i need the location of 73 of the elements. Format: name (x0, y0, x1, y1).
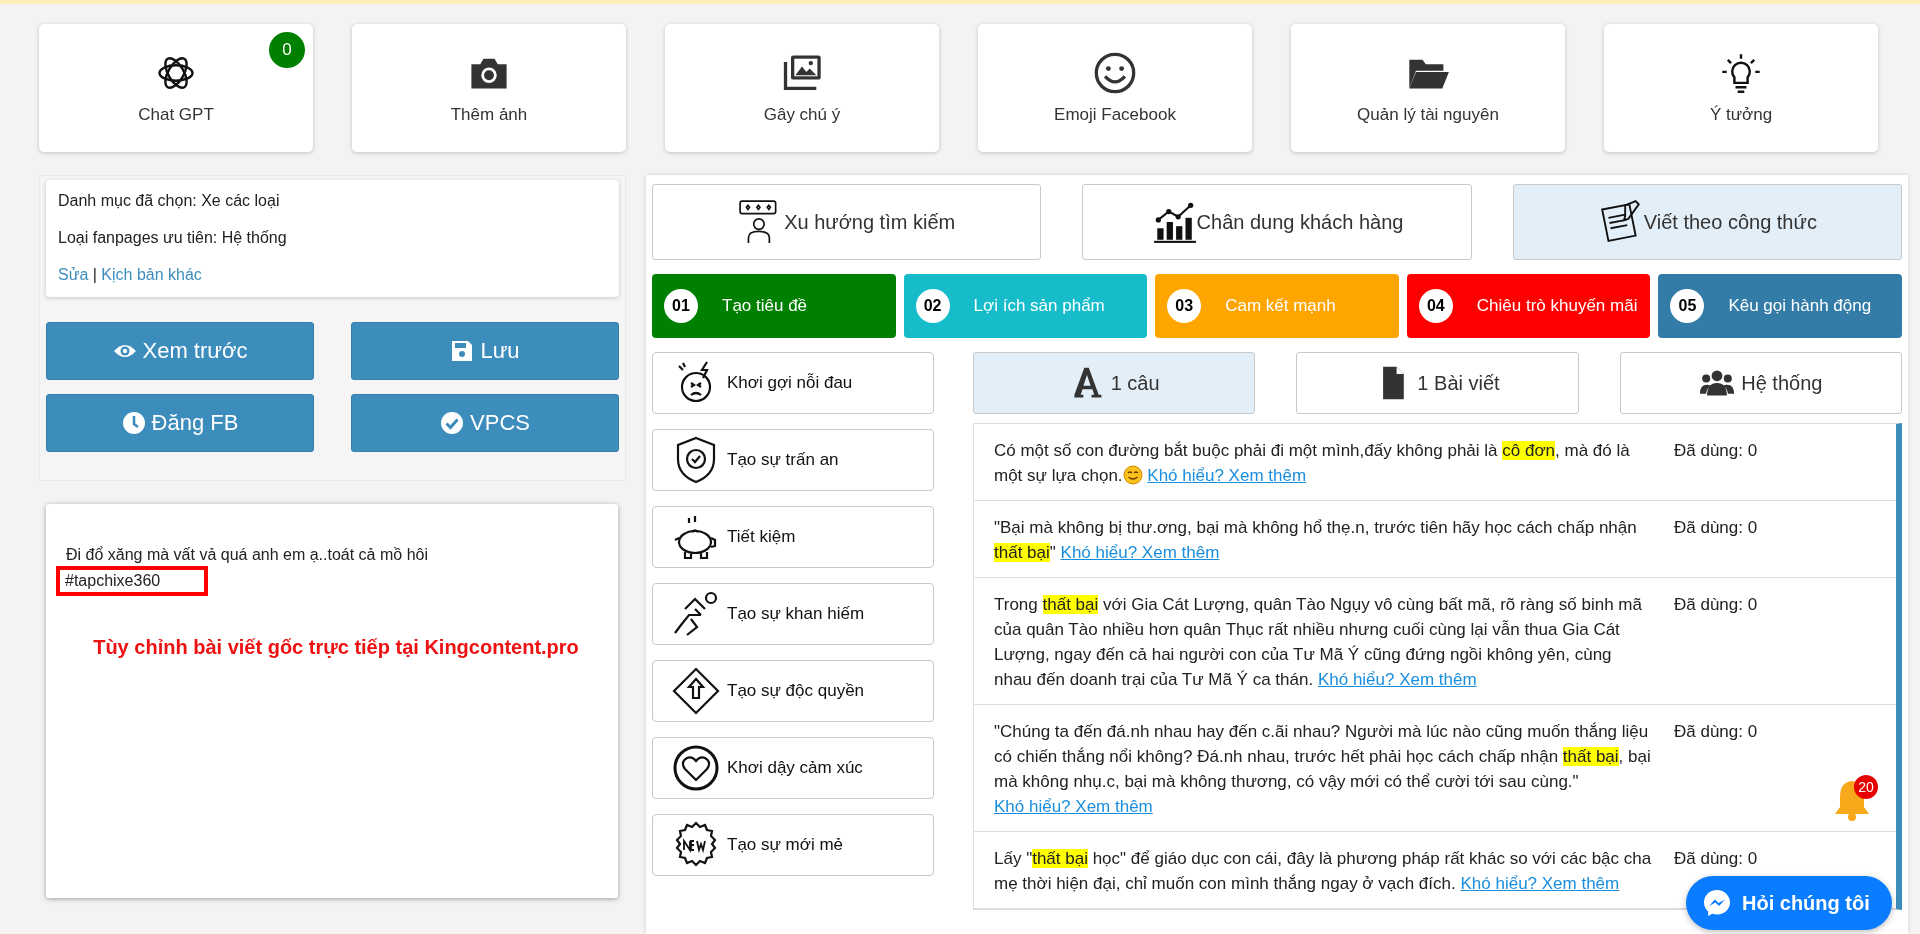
step-label: Kêu gọi hành động (1728, 296, 1872, 316)
tool-card[interactable]: Thêm ảnh (352, 24, 626, 152)
category-text: Danh mục đã chọn: Xe các loại (58, 191, 281, 211)
post-text: Đi đổ xăng mà vất vả quá anh em ạ..toát cả mồ hôi (66, 545, 429, 565)
trigger-button[interactable]: Khơi gợi nỗi đau (652, 352, 934, 414)
step-tab[interactable]: 05 Kêu gọi hành động (1658, 274, 1902, 338)
highlighted-text: thất bại (1562, 747, 1619, 766)
quote-text: "Bại mà không bị thư.ơng, bại mà không hổ thẹ.n, trước tiên hãy học cách chấp nhận thất bại" Khó hiểu? Xem thêm (994, 517, 1638, 564)
step-label: Cam kết mạnh (1225, 296, 1336, 316)
smiley-icon (1093, 51, 1137, 95)
read-more-link[interactable]: Khó hiểu? Xem thêm (1460, 874, 1620, 893)
usage-count: Đã dùng: 0 (1674, 594, 1758, 616)
usage-count: Đã dùng: 0 (1674, 721, 1758, 743)
tool-card[interactable]: Gây chú ý (665, 24, 939, 152)
mode-tab[interactable]: Viết theo công thức (1512, 184, 1902, 260)
separator-text: | (92, 266, 97, 283)
step-number: 05 (1670, 289, 1705, 323)
usage-count: Đã dùng: 0 (1674, 517, 1758, 539)
quote-text: "Chúng ta đến đá.nh nhau hay đến c.ãi nhau? Người mà lúc nào cũng muốn thắng liệu có chiến thắng nổi không? Đá.nh nhau, trước hết phải học cách chấp nhận thất bại, bại mà không nhụ.c, bại mà không thương, có vậy mới có thể cười tới sau cùng." Khó hiểu? Xem thêm (994, 721, 1652, 818)
step-tab[interactable]: 03 Cam kết mạnh (1155, 274, 1399, 338)
clock-icon (121, 411, 146, 435)
mode-tab[interactable]: Xu hướng tìm kiếm (652, 184, 1042, 260)
tool-card[interactable]: Emoji Facebook (978, 24, 1252, 152)
read-more-link[interactable]: Khó hiểu? Xem thêm (994, 797, 1153, 816)
step-tab[interactable]: 02 Lợi ích sản phẩm (903, 274, 1148, 338)
step-label: Tạo tiêu đề (722, 296, 808, 316)
trigger-button[interactable]: Tạo sự mới mẻ (652, 814, 934, 876)
messenger-icon (1702, 888, 1732, 918)
diamond-arrow-icon (671, 666, 721, 716)
action-button[interactable]: VPCS (351, 394, 619, 452)
trigger-button[interactable]: Tạo sự độc quyền (652, 660, 934, 722)
step-number: 03 (1167, 289, 1202, 323)
tool-card[interactable]: Chat GPT 0 (39, 24, 313, 152)
trigger-button[interactable]: Tiết kiệm (652, 506, 934, 568)
highlighted-text: cô đơn (1502, 441, 1556, 460)
tool-card[interactable]: Quản lý tài nguyên (1291, 24, 1565, 152)
step-label: Chiêu trò khuyến mãi (1476, 296, 1638, 316)
read-more-link[interactable]: Khó hiểu? Xem thêm (1317, 670, 1477, 689)
step-tab[interactable]: 04 Chiêu trò khuyến mãi (1406, 274, 1651, 338)
usage-count: Đã dùng: 0 (1674, 440, 1758, 462)
count-badge: 0 (269, 32, 305, 68)
read-more-link[interactable]: Khó hiểu? Xem thêm (1060, 543, 1220, 562)
step-tab[interactable]: 01 Tạo tiêu đề (652, 274, 896, 338)
hashtag-text: #tapchixe360 (56, 566, 209, 596)
fanpage-text: Loại fanpages ưu tiên: Hệ thống (58, 228, 288, 248)
action-button[interactable]: Đăng FB (46, 394, 314, 452)
step-number: 04 (1418, 289, 1453, 323)
action-button[interactable]: Lưu (351, 322, 619, 380)
trigger-button[interactable]: Tạo sự khan hiếm (652, 583, 934, 645)
step-number: 01 (664, 289, 698, 323)
tool-card[interactable]: Ý tưởng (1604, 24, 1878, 152)
mode-tab[interactable]: Chân dung khách hàng (1082, 184, 1472, 260)
edit-link[interactable]: Sửa (58, 266, 89, 283)
highlighted-text: thất bại (994, 543, 1050, 562)
check-circle-icon (440, 411, 465, 435)
step-label: Lợi ích sản phẩm (973, 296, 1105, 316)
length-tab[interactable]: 1 Bài viết (1296, 352, 1579, 414)
quote-text: Có một số con đường bắt buộc phải đi một mình,đấy không phải là cô đơn, mà đó là một sự lựa chọn. Khó hiểu? Xem thêm (994, 440, 1631, 487)
lightbulb-icon (1719, 51, 1763, 95)
length-tab[interactable]: Hệ thống (1619, 352, 1902, 414)
quote-text: Lấy "thất bại học" để giáo dục con cái, đây là phương pháp rất khác so với các bậc cha mẹ thời hiện đại, chỉ muốn con mình thắng ngay ở vạch đích. Khó hiểu? Xem thêm (994, 848, 1653, 895)
highlighted-text: thất bại (1032, 849, 1088, 868)
length-tab[interactable]: 1 câu (973, 352, 1256, 414)
trigger-button[interactable]: Tạo sự trấn an (652, 429, 934, 491)
step-number: 02 (915, 289, 950, 323)
notice-text: Tùy chỉnh bài viết gốc trực tiếp tại Kingcontent.pro (92, 636, 580, 659)
action-button[interactable]: Xem trước (46, 322, 314, 380)
usage-count: Đã dùng: 0 (1674, 848, 1758, 870)
other-script-link[interactable]: Kịch bản khác (101, 266, 202, 283)
trigger-button[interactable]: Khơi dậy cảm xúc (652, 737, 934, 799)
read-more-link[interactable]: Khó hiểu? Xem thêm (1147, 466, 1307, 485)
chat-button[interactable]: Hỏi chúng tôi (1686, 876, 1892, 930)
heart-circle-icon (671, 743, 721, 793)
